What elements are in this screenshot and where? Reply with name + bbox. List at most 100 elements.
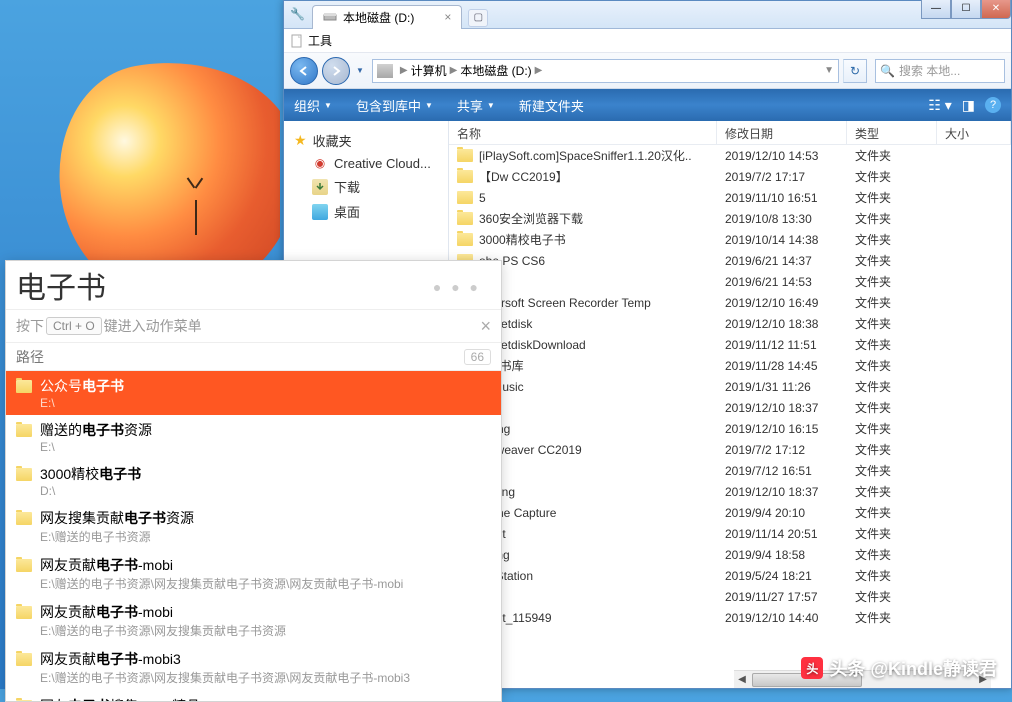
close-button[interactable]: ✕ bbox=[981, 0, 1011, 19]
file-row[interactable]: Stone Capture2019/9/4 20:10文件夹 bbox=[449, 502, 1011, 523]
file-row[interactable]: 360安全浏览器下载2019/10/8 13:30文件夹 bbox=[449, 208, 1011, 229]
file-row[interactable]: gDing2019/12/10 16:15文件夹 bbox=[449, 418, 1011, 439]
file-row[interactable]: 52019/11/10 16:51文件夹 bbox=[449, 187, 1011, 208]
result-path: E:\ bbox=[40, 396, 491, 410]
column-size[interactable]: 大小 bbox=[937, 121, 1011, 144]
file-date: 2019/11/12 11:51 bbox=[717, 338, 847, 352]
file-row[interactable]: er2019/12/10 18:37文件夹 bbox=[449, 397, 1011, 418]
search-result-item[interactable]: 网友搜集贡献电子书资源E:\赠送的电子书资源 bbox=[6, 503, 501, 550]
view-options-icon[interactable]: ☷ ▾ bbox=[928, 97, 951, 114]
results-category: 路径 66 bbox=[6, 343, 501, 371]
file-date: 2019/11/14 20:51 bbox=[717, 527, 847, 541]
quick-search-input[interactable] bbox=[6, 261, 501, 309]
preview-pane-icon[interactable]: ◨ bbox=[962, 97, 975, 114]
forward-button[interactable] bbox=[322, 57, 350, 85]
chevron-right-icon[interactable]: ▶ bbox=[450, 65, 458, 76]
search-placeholder: 搜索 本地... bbox=[899, 62, 960, 79]
file-name: 3000精校电子书 bbox=[479, 231, 566, 248]
file-name: 【Dw CC2019】 bbox=[479, 168, 568, 185]
help-icon[interactable]: ? bbox=[985, 97, 1001, 113]
file-row[interactable]: ntnet_1159492019/12/10 14:40文件夹 bbox=[449, 607, 1011, 628]
file-date: 2019/12/10 18:38 bbox=[717, 317, 847, 331]
new-folder-button[interactable]: 新建文件夹 bbox=[519, 96, 584, 115]
hint-bar: 按下 Ctrl + O 键进入动作菜单 × bbox=[6, 309, 501, 343]
file-row[interactable]: duNetdiskDownload2019/11/12 11:51文件夹 bbox=[449, 334, 1011, 355]
file-row[interactable]: owersoft Screen Recorder Temp2019/12/10 … bbox=[449, 292, 1011, 313]
search-result-item[interactable]: 公众号电子书E:\ bbox=[6, 371, 501, 415]
address-dropdown-icon[interactable]: ▼ bbox=[824, 65, 834, 76]
scroll-left-icon[interactable]: ◀ bbox=[734, 674, 750, 685]
folder-icon bbox=[16, 424, 32, 437]
column-name[interactable]: 名称 bbox=[449, 121, 717, 144]
options-icon[interactable]: ● ● ● bbox=[433, 279, 481, 295]
file-type: 文件夹 bbox=[847, 168, 937, 185]
folder-icon bbox=[16, 380, 32, 393]
file-name: 5 bbox=[479, 191, 486, 205]
file-row[interactable]: [iPlaySoft.com]SpaceSniffer1.1.20汉化..201… bbox=[449, 145, 1011, 166]
tab-close-icon[interactable]: × bbox=[444, 10, 451, 24]
organize-button[interactable]: 组织▼ bbox=[294, 96, 332, 115]
new-tab-button[interactable]: ▢ bbox=[468, 9, 488, 27]
file-date: 2019/11/28 14:45 bbox=[717, 359, 847, 373]
address-bar[interactable]: ▶ 计算机 ▶ 本地磁盘 (D:) ▶ ▼ bbox=[372, 59, 839, 83]
result-path: D:\ bbox=[40, 484, 491, 498]
maximize-button[interactable]: ☐ bbox=[951, 0, 981, 19]
minimize-button[interactable]: — bbox=[921, 0, 951, 19]
file-row[interactable]: bre 书库2019/11/28 14:45文件夹 bbox=[449, 355, 1011, 376]
search-result-item[interactable]: 网友贡献电子书-mobiE:\赠送的电子书资源\网友搜集贡献电子书资源 bbox=[6, 597, 501, 644]
file-row[interactable]: pIt2019/7/12 16:51文件夹 bbox=[449, 460, 1011, 481]
file-row[interactable]: utput2019/11/14 20:51文件夹 bbox=[449, 523, 1011, 544]
column-type[interactable]: 类型 bbox=[847, 121, 937, 144]
file-type: 文件夹 bbox=[847, 483, 937, 500]
desktop-icon bbox=[312, 204, 328, 220]
history-dropdown-icon[interactable]: ▼ bbox=[352, 62, 368, 79]
chevron-right-icon[interactable]: ▶ bbox=[400, 65, 408, 76]
file-date: 2019/9/4 18:58 bbox=[717, 548, 847, 562]
search-result-item[interactable]: 网友贡献电子书-mobi3E:\赠送的电子书资源\网友搜集贡献电子书资源\网友贡… bbox=[6, 644, 501, 691]
file-row[interactable]: duNetdisk2019/12/10 18:38文件夹 bbox=[449, 313, 1011, 334]
file-type: 文件夹 bbox=[847, 567, 937, 584]
search-result-item[interactable]: 网友电子书搜集-PRC精品 bbox=[6, 691, 501, 701]
file-row[interactable]: 3000精校电子书2019/10/14 14:38文件夹 bbox=[449, 229, 1011, 250]
tools-menu[interactable]: 工具 bbox=[308, 32, 332, 49]
file-date: 2019/12/10 14:40 bbox=[717, 611, 847, 625]
column-date[interactable]: 修改日期 bbox=[717, 121, 847, 144]
file-row[interactable]: ashi2019/11/27 17:57文件夹 bbox=[449, 586, 1011, 607]
include-library-button[interactable]: 包含到库中▼ bbox=[356, 96, 433, 115]
file-row[interactable]: amweaver CC20192019/7/2 17:12文件夹 bbox=[449, 439, 1011, 460]
sidebar-item-downloads[interactable]: 下载 bbox=[284, 174, 448, 199]
file-row[interactable]: de2019/6/21 14:53文件夹 bbox=[449, 271, 1011, 292]
search-result-item[interactable]: 3000精校电子书D:\ bbox=[6, 459, 501, 503]
folder-icon bbox=[16, 468, 32, 481]
share-button[interactable]: 共享▼ bbox=[457, 96, 495, 115]
result-name: 网友电子书搜集-PRC精品 bbox=[40, 696, 200, 701]
search-result-item[interactable]: 网友贡献电子书-mobiE:\赠送的电子书资源\网友搜集贡献电子书资源\网友贡献… bbox=[6, 550, 501, 597]
file-type: 文件夹 bbox=[847, 147, 937, 164]
file-row[interactable]: obe PS CS62019/6/21 14:37文件夹 bbox=[449, 250, 1011, 271]
file-row[interactable]: 【Dw CC2019】2019/7/2 17:17文件夹 bbox=[449, 166, 1011, 187]
sidebar-item-desktop[interactable]: 桌面 bbox=[284, 199, 448, 224]
wrench-icon[interactable]: 🔧 bbox=[290, 7, 306, 23]
file-type: 文件夹 bbox=[847, 210, 937, 227]
explorer-search-input[interactable]: 🔍 搜索 本地... bbox=[875, 59, 1005, 83]
close-icon[interactable]: × bbox=[480, 316, 491, 337]
file-row[interactable]: rything2019/12/10 18:37文件夹 bbox=[449, 481, 1011, 502]
search-result-item[interactable]: 赠送的电子书资源E:\ bbox=[6, 415, 501, 459]
breadcrumb[interactable]: 计算机 bbox=[411, 62, 447, 79]
chevron-right-icon[interactable]: ▶ bbox=[535, 65, 543, 76]
refresh-button[interactable]: ↻ bbox=[843, 59, 867, 83]
file-row[interactable]: orong2019/9/4 18:58文件夹 bbox=[449, 544, 1011, 565]
file-type: 文件夹 bbox=[847, 252, 937, 269]
titlebar[interactable]: 🔧 本地磁盘 (D:) × ▢ — ☐ ✕ bbox=[284, 1, 1011, 29]
file-type: 文件夹 bbox=[847, 378, 937, 395]
file-row[interactable]: orkStation2019/5/24 18:21文件夹 bbox=[449, 565, 1011, 586]
active-tab[interactable]: 本地磁盘 (D:) × bbox=[312, 5, 462, 29]
breadcrumb[interactable]: 本地磁盘 (D:) bbox=[460, 62, 531, 79]
favorites-header[interactable]: ★ 收藏夹 bbox=[284, 129, 448, 152]
sidebar-item-creative-cloud[interactable]: ◉ Creative Cloud... bbox=[284, 152, 448, 174]
navigation-bar: ▼ ▶ 计算机 ▶ 本地磁盘 (D:) ▶ ▼ ↻ 🔍 搜索 本地... bbox=[284, 53, 1011, 89]
result-path: E:\ bbox=[40, 440, 491, 454]
file-date: 2019/10/14 14:38 bbox=[717, 233, 847, 247]
back-button[interactable] bbox=[290, 57, 318, 85]
file-row[interactable]: udMusic2019/1/31 11:26文件夹 bbox=[449, 376, 1011, 397]
